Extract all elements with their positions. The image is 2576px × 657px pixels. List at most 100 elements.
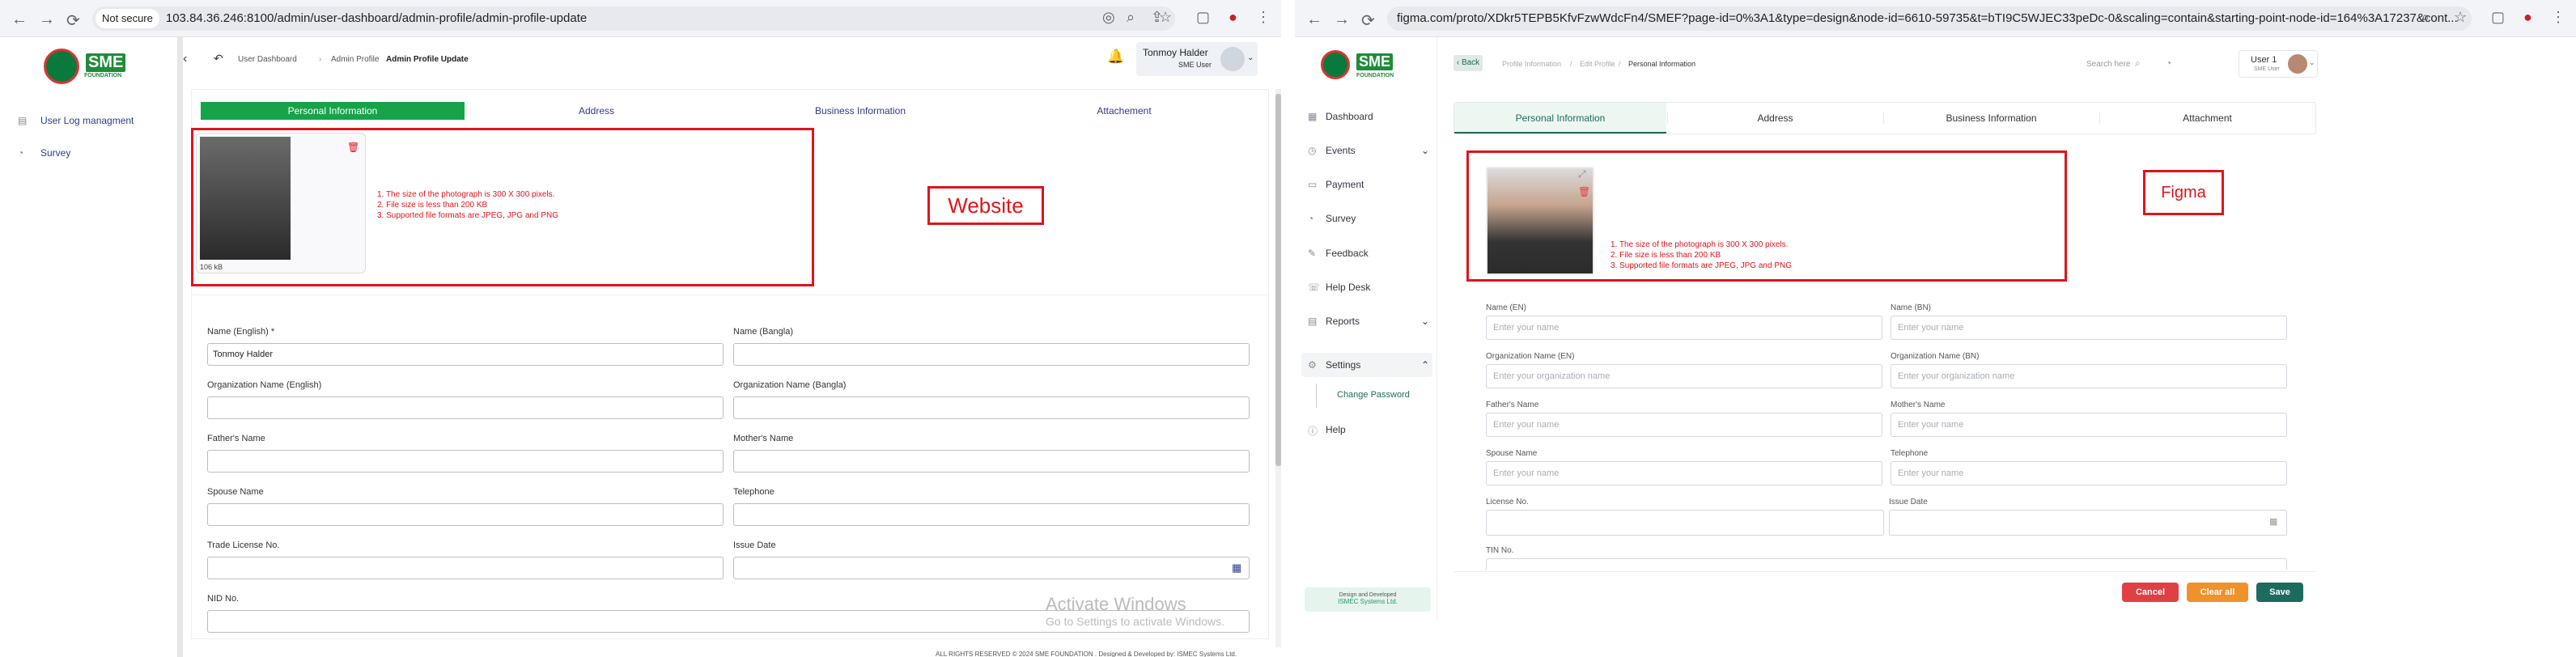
name-bangla-input[interactable] <box>733 343 1250 366</box>
calendar-icon[interactable]: ▦ <box>1232 562 1241 574</box>
scrollbar-thumb[interactable] <box>1275 94 1281 466</box>
crumb-sep-icon: / <box>1619 60 1621 68</box>
crumb-1[interactable]: Profile Information <box>1502 60 1561 68</box>
cancel-button[interactable]: Cancel <box>2122 583 2179 602</box>
star-icon[interactable]: ☆ <box>2454 9 2467 26</box>
trash-icon[interactable]: 🗑 <box>347 142 359 153</box>
sidebar-item-help[interactable]: Help <box>1326 424 1346 435</box>
reload-icon[interactable]: ⟳ <box>66 11 80 31</box>
reload-icon[interactable]: ⟳ <box>1361 11 1375 31</box>
extensions-icon[interactable]: ▢ <box>1196 9 1210 26</box>
user-menu[interactable]: User 1 SME User ⌄ <box>2239 50 2318 78</box>
address-bar[interactable]: figma.com/proto/XDkr5TEPB5KfvFzwWdcFn4/S… <box>1387 6 2472 31</box>
tab-business-information[interactable]: Business Information <box>728 105 992 117</box>
design-credit: Design and Developed ISMEC Systems Ltd. <box>1305 587 1431 612</box>
address-bar[interactable]: Not secure 103.84.36.246:8100/admin/user-… <box>92 6 1175 31</box>
label-father: Father's Name <box>207 434 265 443</box>
sidebar-item-settings[interactable]: Settings <box>1326 359 1360 371</box>
tab-business-information[interactable]: Business Information <box>1883 112 2099 124</box>
sidebar-item-survey[interactable]: Survey <box>40 147 70 159</box>
sidebar-item-feedback[interactable]: Feedback <box>1326 248 1369 259</box>
sidebar-item-help-desk[interactable]: Help Desk <box>1326 282 1370 293</box>
user-menu[interactable]: Tonmoy Halder SME User ⌄ <box>1136 42 1258 76</box>
expand-icon[interactable]: ⤢ <box>1578 168 1586 180</box>
tab-address[interactable]: Address <box>1667 112 1882 124</box>
back-icon[interactable]: ← <box>11 11 28 29</box>
org-bn-input[interactable]: Enter your organization name <box>1891 364 2287 388</box>
label-org-bn: Organization Name (BN) <box>1891 352 1980 361</box>
tab-address[interactable]: Address <box>465 105 728 117</box>
issue-date-input[interactable] <box>733 557 1250 579</box>
profile-photo <box>1487 168 1593 273</box>
father-input[interactable] <box>207 450 724 473</box>
org-en-input[interactable]: Enter your organization name <box>1486 364 1882 388</box>
sidebar-item-user-log[interactable]: User Log managment <box>40 115 134 126</box>
zoom-icon[interactable]: ⌕ <box>1127 9 1135 26</box>
search-placeholder[interactable]: Search here <box>2086 60 2130 69</box>
chevron-down-icon: ⌄ <box>1247 53 1254 62</box>
name-en-input[interactable]: Enter your name <box>1486 316 1882 340</box>
sidebar-item-dashboard[interactable]: Dashboard <box>1326 111 1373 122</box>
crumb-2[interactable]: Edit Profile <box>1580 60 1615 68</box>
calendar-icon[interactable]: ▦ <box>2269 516 2277 527</box>
back-button[interactable]: ‹ Back <box>1454 55 1483 71</box>
crumb-2[interactable]: Admin Profile <box>331 55 379 64</box>
settings-item-bg <box>1301 353 1432 377</box>
sidebar-item-survey[interactable]: Survey <box>1326 213 1356 224</box>
back-icon[interactable]: ← <box>1306 11 1322 29</box>
not-secure-badge[interactable]: Not secure <box>95 9 159 28</box>
label-issue-date: Issue Date <box>1889 498 1928 507</box>
collapse-icon[interactable]: ‹ <box>183 52 187 66</box>
back-label: Back <box>1461 58 1480 67</box>
eye-off-icon[interactable]: ◎ <box>1102 9 1115 26</box>
sidebar-item-change-password[interactable]: Change Password <box>1337 390 1410 400</box>
spouse-input[interactable] <box>207 503 724 526</box>
chevron-down-icon: ⌄ <box>1421 145 1430 156</box>
scrollbar[interactable] <box>1275 89 1281 647</box>
telephone-input[interactable]: Enter your name <box>1891 461 2287 485</box>
star-icon[interactable]: ☆ <box>1159 9 1172 26</box>
menu-icon[interactable]: ⋮ <box>1256 9 1271 26</box>
mother-input[interactable] <box>733 450 1250 473</box>
clear-all-button[interactable]: Clear all <box>2187 583 2248 602</box>
forward-icon[interactable]: → <box>1334 11 1350 29</box>
telephone-input[interactable] <box>733 503 1250 526</box>
zoom-icon[interactable]: ⌕ <box>2421 9 2430 26</box>
tab-personal-information[interactable]: Personal Information <box>1454 103 1666 134</box>
issue-date-input[interactable] <box>1889 510 2287 536</box>
rule-1: 1. The size of the photograph is 300 X 3… <box>1611 240 1789 249</box>
bell-icon[interactable]: 🔔 <box>1107 49 1124 65</box>
name-english-input[interactable]: Tonmoy Halder <box>207 343 724 366</box>
extensions-icon[interactable]: ▢ <box>2491 9 2505 26</box>
crumb-1[interactable]: User Dashboard <box>238 55 297 64</box>
profile-icon[interactable]: ● <box>1229 9 1237 26</box>
mother-input[interactable]: Enter your name <box>1891 413 2287 437</box>
spouse-input[interactable]: Enter your name <box>1486 461 1882 485</box>
trade-license-input[interactable] <box>207 557 724 579</box>
payment-icon: ▭ <box>1308 179 1318 190</box>
tab-personal-information[interactable]: Personal Information <box>201 102 465 120</box>
user-role: SME User <box>2254 66 2280 72</box>
sidebar-item-events[interactable]: Events <box>1326 145 1356 156</box>
father-input[interactable]: Enter your name <box>1486 413 1882 437</box>
bell-icon[interactable]: ◔ <box>2166 57 2171 69</box>
tab-attachement[interactable]: Attachement <box>992 105 1256 117</box>
save-button[interactable]: Save <box>2256 583 2303 602</box>
sidebar-item-reports[interactable]: Reports <box>1326 316 1360 327</box>
profile-icon[interactable]: ● <box>2523 9 2532 26</box>
name-bn-input[interactable]: Enter your name <box>1891 316 2287 340</box>
label-telephone: Telephone <box>1891 449 1929 458</box>
org-english-input[interactable] <box>207 396 724 419</box>
forward-icon[interactable]: → <box>39 11 55 29</box>
license-input[interactable] <box>1486 510 1884 536</box>
back-arrow-icon[interactable]: ↶ <box>214 52 223 66</box>
browser-toolbar: ← → ⟳ Not secure 103.84.36.246:8100/admin… <box>0 0 1281 37</box>
tin-input[interactable] <box>1486 558 2287 570</box>
help-icon: ⓘ <box>1308 426 1318 437</box>
search-icon[interactable]: ⌕ <box>2135 57 2141 70</box>
menu-icon[interactable]: ⋮ <box>2551 9 2565 26</box>
tab-attachment[interactable]: Attachment <box>2099 112 2315 124</box>
sidebar-item-payment[interactable]: Payment <box>1326 179 1364 190</box>
trash-icon[interactable]: 🗑 <box>1578 186 1590 197</box>
org-bangla-input[interactable] <box>733 396 1250 419</box>
